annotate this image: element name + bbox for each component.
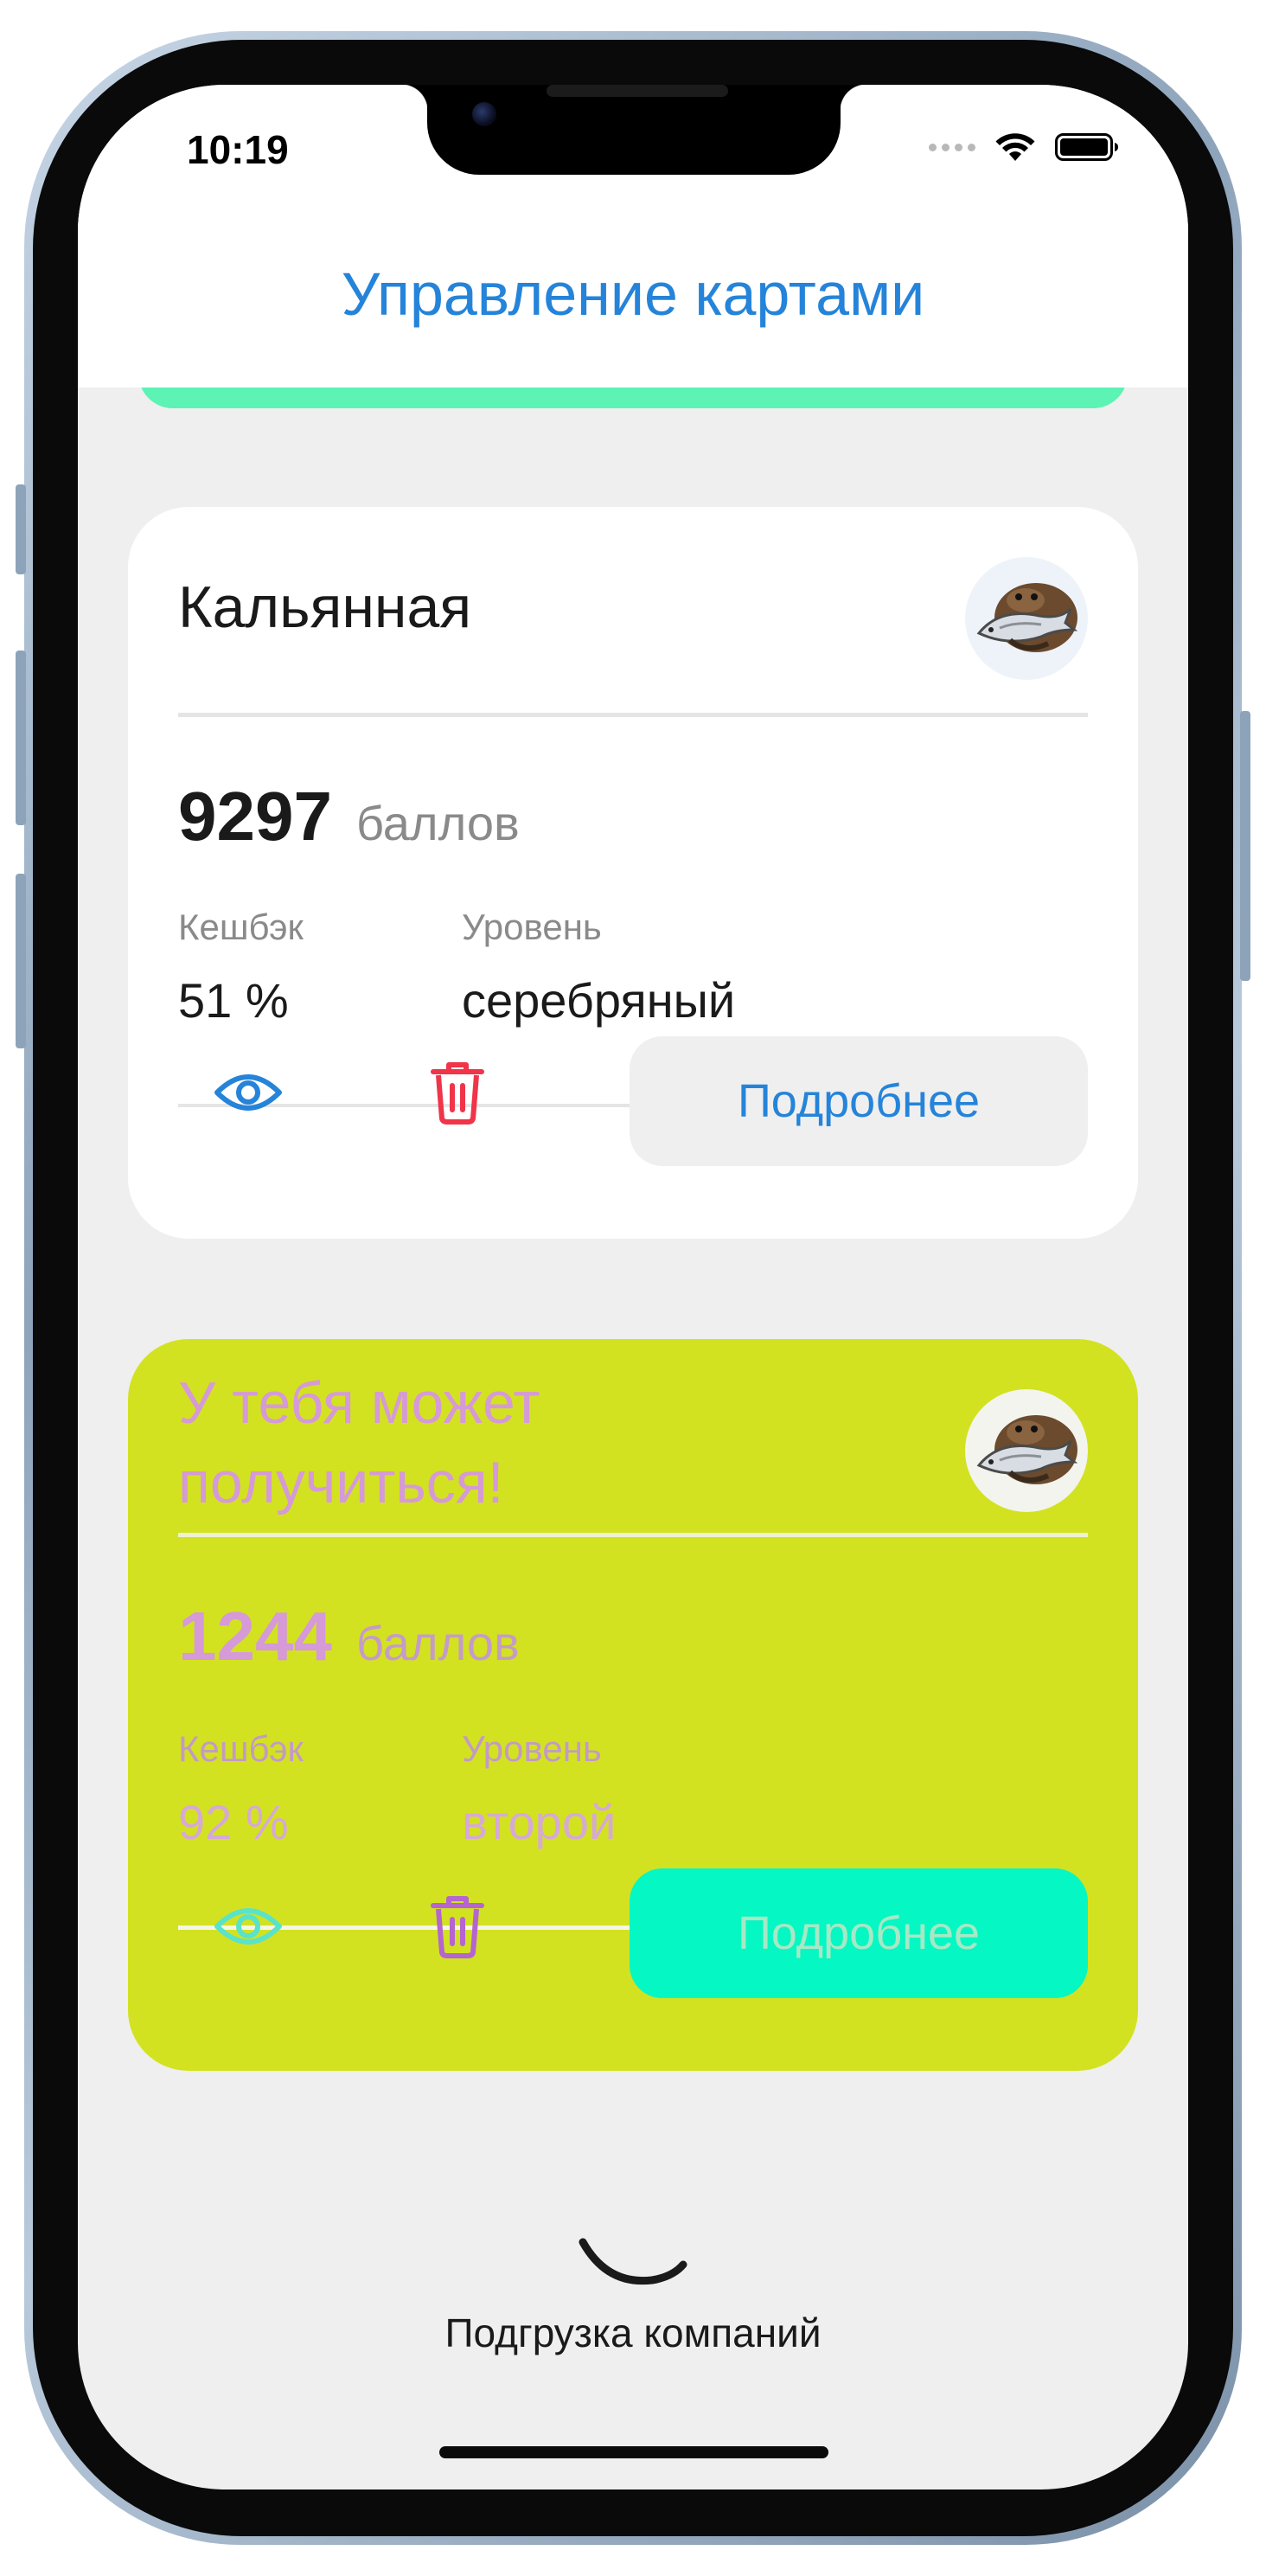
points-label: баллов <box>355 796 520 850</box>
side-button-mute <box>16 484 26 574</box>
company-logo <box>965 557 1088 680</box>
side-button-volume-down <box>16 874 26 1048</box>
view-button[interactable] <box>209 1054 287 1131</box>
card-title: Кальянная <box>178 574 472 640</box>
wifi-icon <box>995 133 1035 161</box>
loyalty-card[interactable]: Кальянная 9297 баллов Кешбэк 51 % Уровен… <box>128 507 1138 1239</box>
side-button-power <box>1240 711 1250 981</box>
points-value: 1244 <box>178 1598 332 1675</box>
details-button[interactable]: Подробнее <box>630 1036 1088 1166</box>
card-divider <box>178 713 1088 717</box>
company-logo <box>965 1389 1088 1512</box>
level-value: серебряный <box>462 973 736 1028</box>
level-value: второй <box>462 1795 617 1849</box>
notch <box>401 85 866 175</box>
cashback-stat: Кешбэк 51 % <box>178 907 304 1028</box>
earpiece-speaker <box>547 85 728 97</box>
points-row: 9297 баллов <box>178 777 520 856</box>
cashback-label: Кешбэк <box>178 907 304 947</box>
cashback-value: 92 % <box>178 1795 289 1849</box>
points-value: 9297 <box>178 778 332 855</box>
status-icons <box>929 131 1119 163</box>
delete-button[interactable] <box>419 1887 496 1965</box>
view-button[interactable] <box>209 1887 287 1965</box>
cashback-stat: Кешбэк 92 % <box>178 1728 304 1850</box>
trash-icon <box>431 1896 484 1958</box>
loyalty-card[interactable]: У тебя может получиться! 1244 баллов Кеш… <box>128 1339 1138 2071</box>
loading-spinner <box>579 2238 687 2285</box>
points-row: 1244 баллов <box>178 1597 520 1676</box>
trash-icon <box>431 1062 484 1125</box>
card-divider <box>178 1533 1088 1537</box>
status-time: 10:19 <box>187 127 289 172</box>
points-label: баллов <box>355 1616 520 1670</box>
level-label: Уровень <box>462 1728 602 1769</box>
level-stat: Уровень второй <box>462 1728 616 1850</box>
screen: 10:19 Управление картами Кальянная 9297 … <box>78 85 1188 2489</box>
side-button-volume-up <box>16 650 26 825</box>
front-camera <box>472 102 496 126</box>
signal-dots-icon <box>929 143 975 151</box>
cashback-value: 51 % <box>178 973 289 1028</box>
delete-button[interactable] <box>419 1054 496 1131</box>
details-button[interactable]: Подробнее <box>630 1868 1088 1998</box>
page-title: Управление картами <box>341 260 925 328</box>
home-indicator[interactable] <box>439 2446 828 2458</box>
level-stat: Уровень серебряный <box>462 907 735 1028</box>
cashback-label: Кешбэк <box>178 1728 304 1769</box>
eye-icon <box>214 1074 282 1111</box>
card-title: У тебя может получиться! <box>178 1370 540 1515</box>
level-label: Уровень <box>462 907 602 947</box>
eye-icon <box>214 1908 282 1945</box>
battery-icon <box>1055 133 1118 161</box>
loading-text: Подгрузка компаний <box>444 2310 822 2355</box>
